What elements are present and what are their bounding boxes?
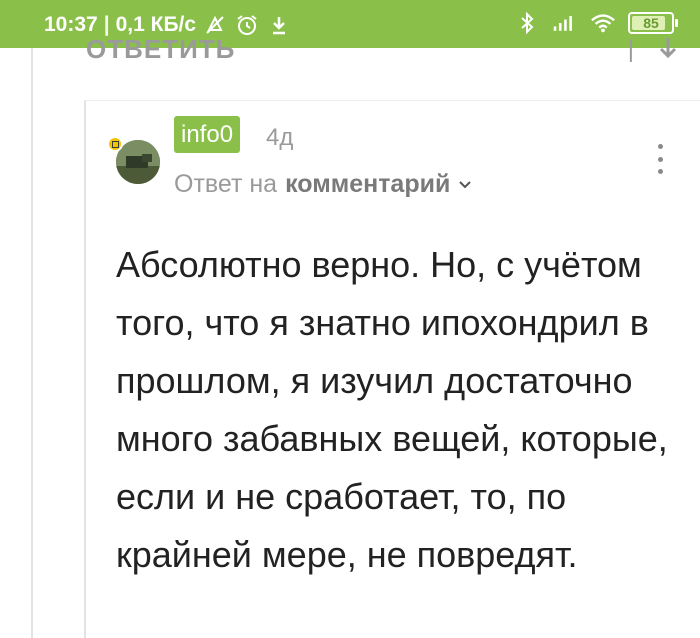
alarm-off-icon xyxy=(202,12,228,38)
reply-to-target[interactable]: комментарий xyxy=(285,170,450,199)
download-icon xyxy=(266,12,292,38)
previous-comment-footer: ОТВЕТИТЬ | xyxy=(0,36,700,62)
avatar[interactable] xyxy=(116,140,160,184)
network-speed: 0,1 КБ/с xyxy=(115,13,197,36)
comment-divider xyxy=(84,100,700,101)
thread-line xyxy=(31,48,33,638)
reply-to-link[interactable]: Ответ на комментарий xyxy=(174,170,472,199)
alarm-icon xyxy=(234,12,260,38)
status-right: 85 xyxy=(514,10,678,36)
wifi-icon xyxy=(590,10,616,36)
thread-line-nested xyxy=(84,100,86,638)
more-menu-icon[interactable] xyxy=(654,144,666,174)
author-name[interactable]: info0 xyxy=(174,116,241,153)
reply-to-prefix: Ответ на xyxy=(174,170,278,198)
user-badge-icon xyxy=(107,136,123,152)
downvote-icon[interactable] xyxy=(656,36,680,62)
status-separator: | xyxy=(103,13,110,36)
comment-age: 4д xyxy=(266,124,294,151)
rating-divider: | xyxy=(627,36,634,62)
comment-text: Абсолютно верно. Но, с учётом того, что … xyxy=(116,244,668,575)
chevron-down-icon[interactable] xyxy=(458,170,472,199)
battery-level: 85 xyxy=(643,15,659,31)
status-time: 10:37 xyxy=(44,13,98,36)
status-left: 10:37 | 0,1 КБ/с xyxy=(44,12,292,38)
bluetooth-icon xyxy=(514,10,540,36)
signal-icon xyxy=(552,10,578,36)
battery-icon: 85 xyxy=(628,12,678,34)
reply-button[interactable]: ОТВЕТИТЬ xyxy=(86,36,235,62)
vote-controls: | xyxy=(628,36,680,62)
